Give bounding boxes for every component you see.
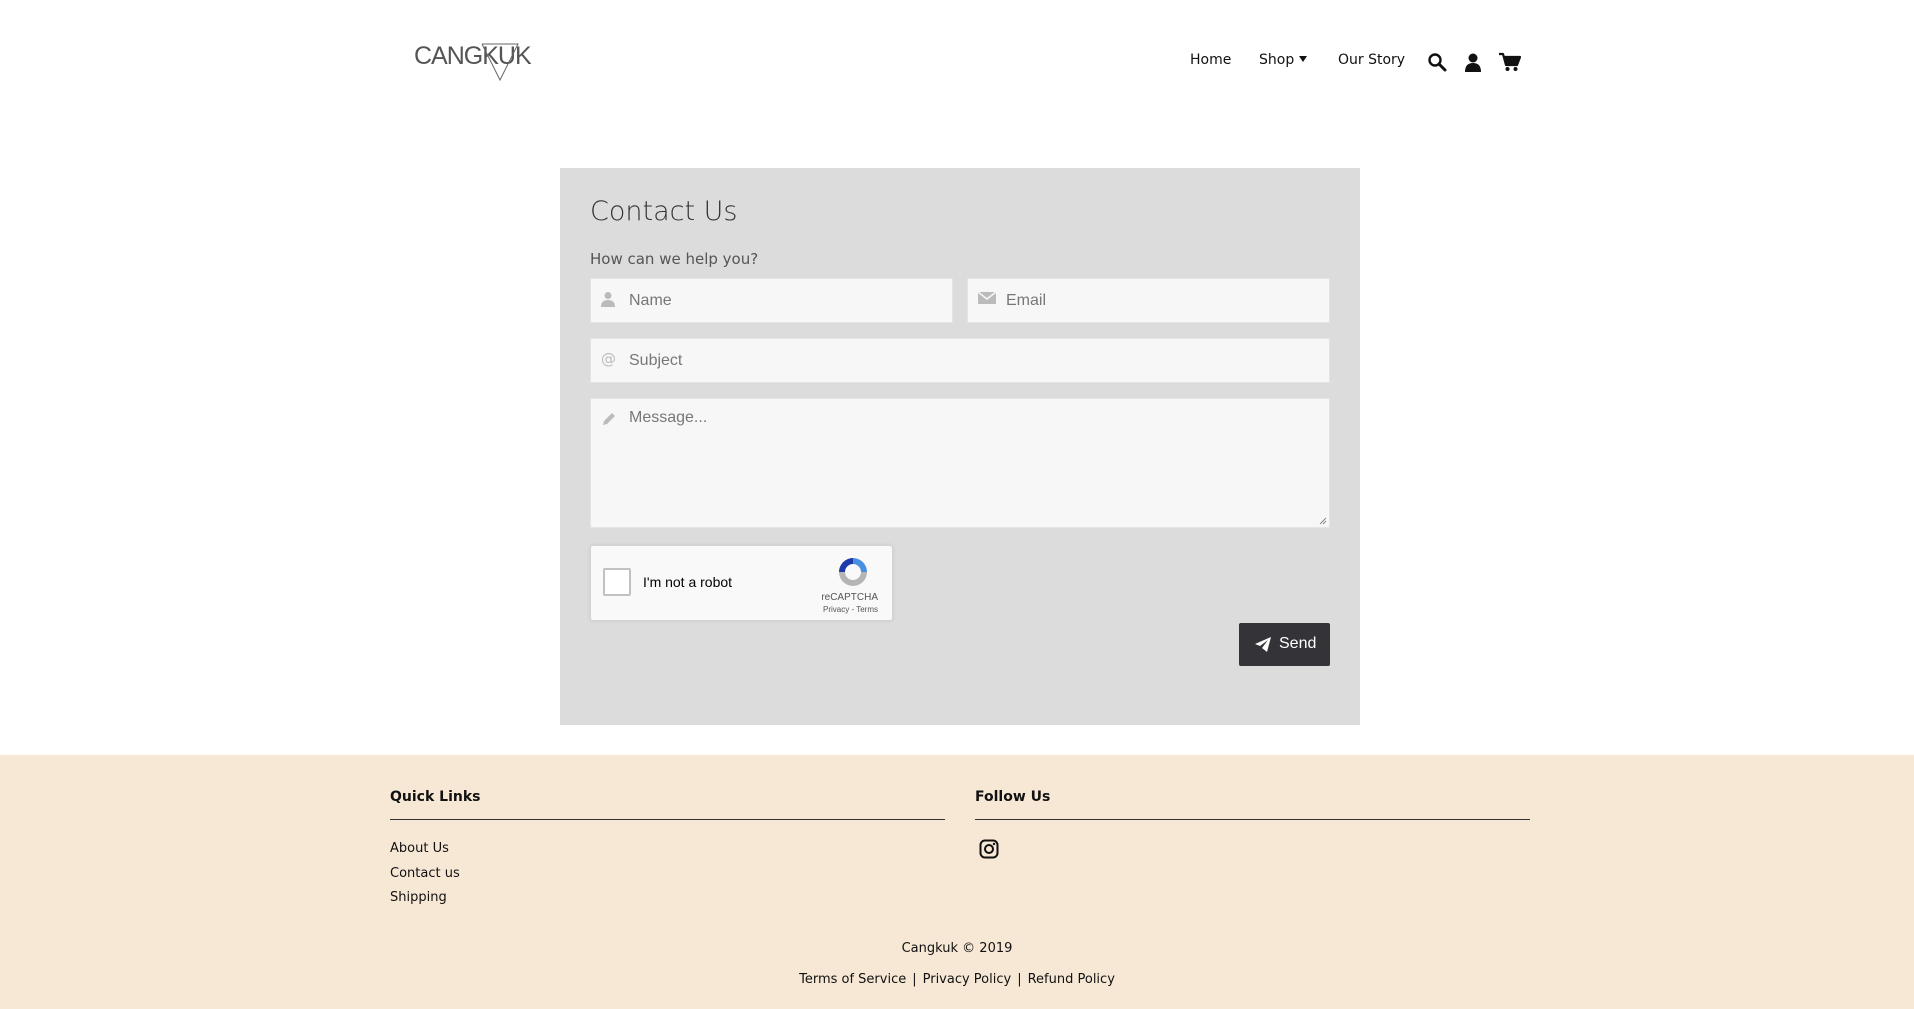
send-button[interactable]: Send [1239, 623, 1330, 666]
legal-links: Terms of Service | Privacy Policy | Refund P… [0, 972, 1914, 987]
name-input[interactable] [629, 279, 944, 322]
email-input[interactable] [1006, 279, 1321, 322]
refund-policy-link[interactable]: Refund Policy [1028, 972, 1115, 987]
logo[interactable]: CANGKUK [414, 36, 532, 86]
footer-link-about-us[interactable]: About Us [390, 837, 460, 862]
quick-links-list: About Us Contact us Shipping [390, 837, 460, 911]
quick-links-divider [390, 819, 945, 820]
legal-separator: | [1017, 972, 1022, 987]
search-icon[interactable] [1427, 52, 1449, 74]
user-icon [601, 291, 617, 307]
legal-separator: | [912, 972, 917, 987]
quick-links-title: Quick Links [390, 789, 481, 805]
terms-of-service-link[interactable]: Terms of Service [799, 972, 906, 987]
subject-field[interactable]: @ [590, 338, 1330, 383]
follow-us-title: Follow Us [975, 789, 1051, 805]
contact-form-card: Contact Us How can we help you? @ I'm no… [560, 168, 1360, 725]
recaptcha-label: I'm not a robot [643, 574, 733, 590]
envelope-icon [977, 291, 997, 307]
recaptcha-widget: I'm not a robot reCAPTCHA Privacy - Term… [590, 545, 893, 621]
resize-handle-icon[interactable] [1319, 517, 1327, 525]
nav-shop[interactable]: Shop [1259, 52, 1308, 68]
site-footer: Quick Links About Us Contact us Shipping… [0, 755, 1914, 1009]
nav-our-story[interactable]: Our Story [1338, 52, 1405, 68]
chevron-down-icon [1299, 56, 1308, 62]
subject-input[interactable] [629, 339, 1321, 382]
site-header: CANGKUK Home Shop Our Story [0, 0, 1914, 120]
account-icon[interactable] [1463, 52, 1485, 74]
pencil-icon [601, 411, 617, 427]
recaptcha-terms-link[interactable]: Privacy - Terms [591, 605, 878, 614]
footer-link-contact-us[interactable]: Contact us [390, 862, 460, 887]
recaptcha-brand: reCAPTCHA [821, 592, 878, 603]
name-field[interactable] [590, 278, 953, 323]
cart-icon[interactable] [1499, 52, 1522, 74]
at-sign-icon: @ [601, 350, 616, 368]
contact-subtitle: How can we help you? [590, 250, 759, 268]
send-label: Send [1279, 635, 1317, 652]
recaptcha-logo-icon [839, 558, 867, 586]
footer-link-shipping[interactable]: Shipping [390, 886, 460, 911]
paper-plane-icon [1255, 637, 1271, 652]
page-title: Contact Us [590, 196, 738, 227]
logo-triangle-icon [481, 43, 519, 82]
nav-home[interactable]: Home [1190, 52, 1231, 68]
privacy-policy-link[interactable]: Privacy Policy [923, 972, 1012, 987]
nav-shop-label: Shop [1259, 52, 1295, 68]
follow-us-divider [975, 819, 1530, 820]
message-textarea[interactable] [629, 409, 1321, 521]
instagram-icon[interactable] [979, 839, 999, 859]
message-field[interactable] [590, 398, 1330, 528]
email-field[interactable] [967, 278, 1330, 323]
copyright: Cangkuk © 2019 [901, 941, 1013, 956]
